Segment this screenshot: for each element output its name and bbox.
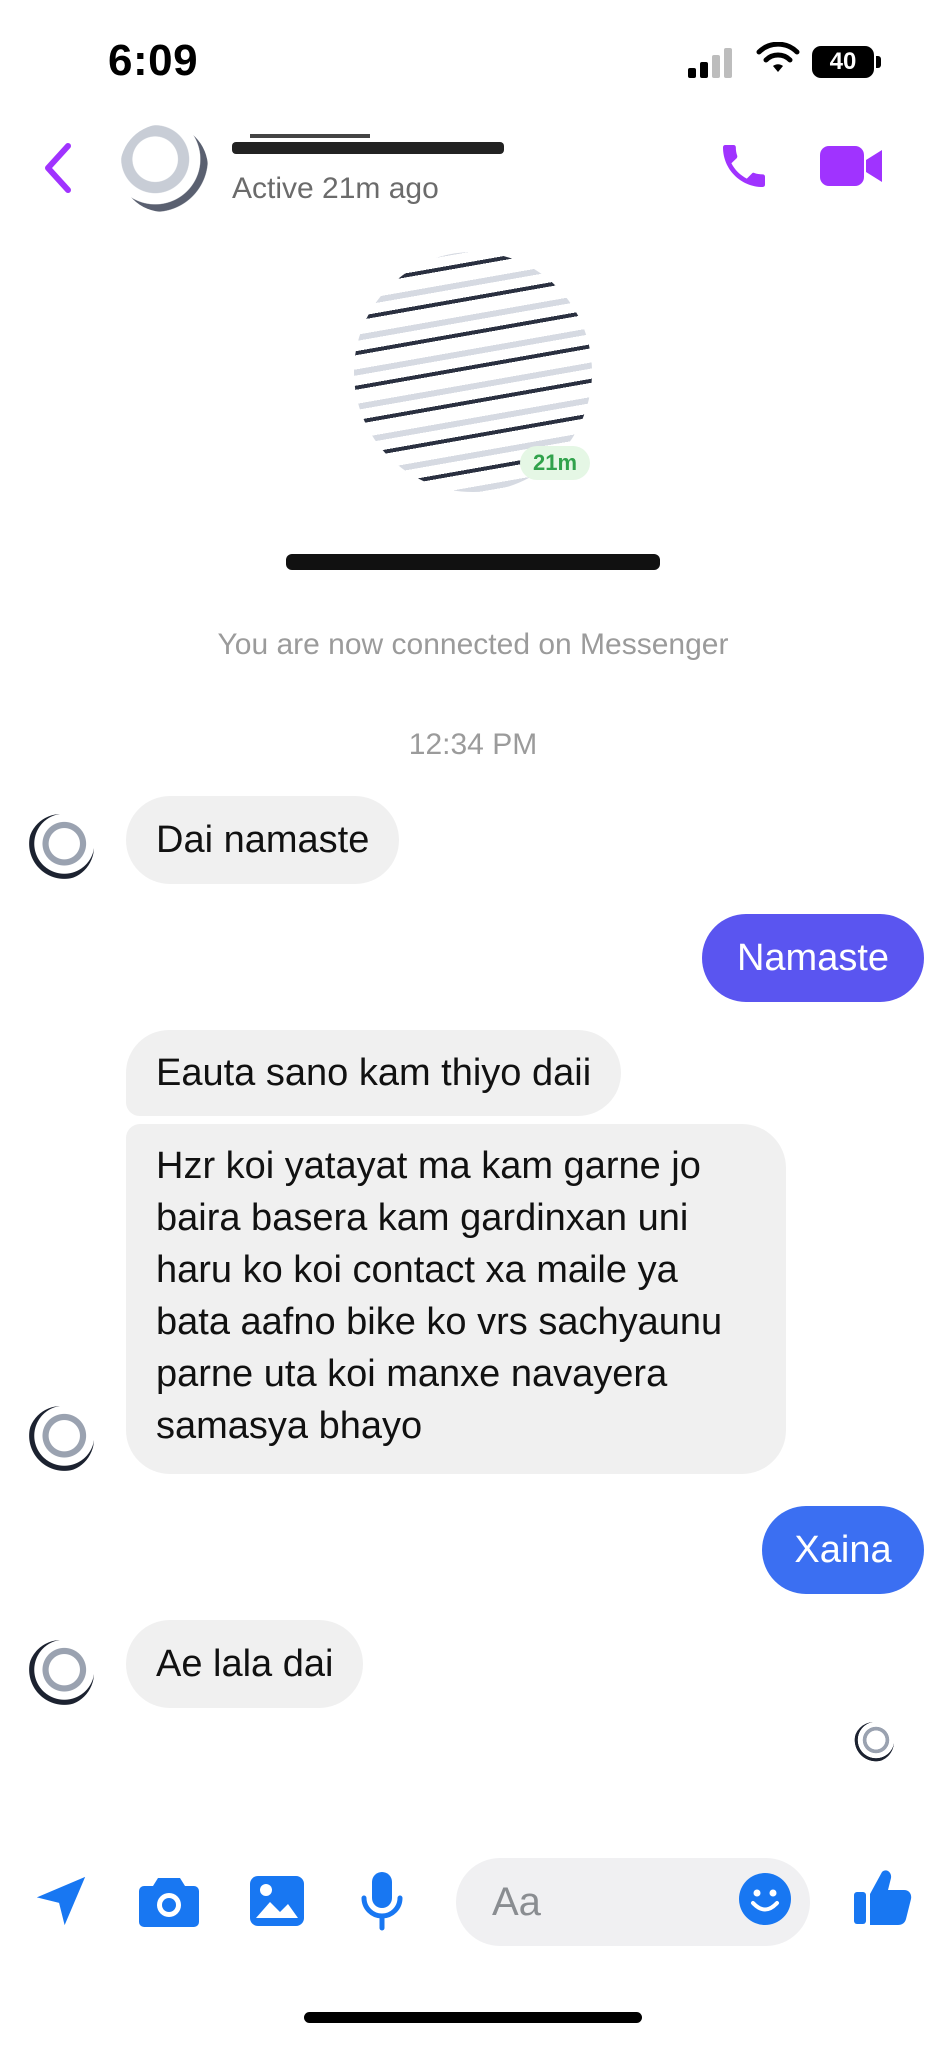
message-bubble-incoming[interactable]: Ae lala dai [126,1620,364,1708]
camera-icon[interactable] [138,1874,200,1928]
emoji-icon[interactable] [738,1872,792,1926]
status-time: 6:09 [108,36,199,85]
contact-avatar[interactable] [120,124,208,212]
microphone-icon[interactable] [358,1870,406,1932]
location-arrow-icon[interactable] [32,1872,90,1930]
message-input-placeholder: Aa [492,1880,541,1924]
home-indicator[interactable] [304,2012,642,2023]
sender-avatar[interactable] [28,1640,94,1706]
message-timestamp: 12:34 PM [408,728,538,761]
battery-indicator: 40 [812,46,874,78]
message-bubble-incoming[interactable]: Eauta sano kam thiyo daii [126,1030,622,1116]
contact-active-status: Active 21m ago [232,172,439,205]
back-chevron-icon[interactable] [40,140,76,196]
photo-gallery-icon[interactable] [248,1874,306,1928]
sender-avatar[interactable] [28,1406,94,1472]
read-receipt-avatar [854,1722,894,1762]
message-bubble-incoming[interactable]: Hzr koi yatayat ma kam garne jo baira ba… [126,1124,786,1474]
video-call-icon[interactable] [818,142,884,190]
battery-level: 40 [829,48,857,75]
contact-name-redacted[interactable] [232,128,504,158]
wifi-icon [756,42,800,72]
phone-call-icon[interactable] [716,138,772,194]
online-time-badge: 21m [520,446,590,480]
thumbs-up-icon[interactable] [852,1866,912,1928]
sender-avatar[interactable] [28,814,94,880]
message-bubble-outgoing[interactable]: Namaste [702,914,924,1002]
message-bubble-outgoing[interactable]: Xaina [762,1506,924,1594]
message-bubble-incoming[interactable]: Dai namaste [126,796,400,884]
profile-name-redacted [286,538,660,584]
connected-notice: You are now connected on Messenger [217,628,729,661]
cellular-signal-icon [688,48,736,78]
battery-tip [876,56,881,68]
